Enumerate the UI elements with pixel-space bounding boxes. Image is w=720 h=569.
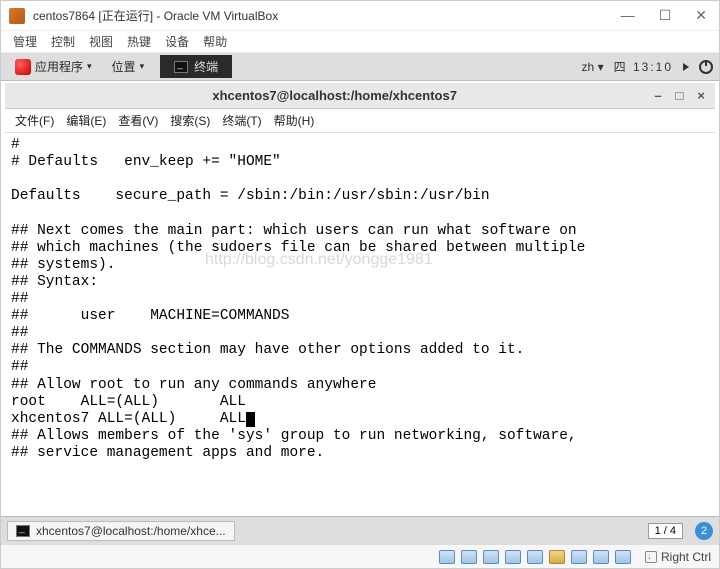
menu-search[interactable]: 搜索(S) bbox=[170, 112, 210, 129]
menu-file[interactable]: 文件(F) bbox=[15, 112, 54, 129]
places-menu[interactable]: 位置 ▾ bbox=[104, 55, 153, 78]
terminal-maximize-button[interactable]: □ bbox=[676, 88, 684, 103]
input-method[interactable]: zh ▾ bbox=[582, 60, 604, 74]
terminal-title: xhcentos7@localhost:/home/xhcentos7 bbox=[15, 88, 654, 103]
menu-terminal[interactable]: 终端(T) bbox=[222, 112, 261, 129]
power-icon[interactable] bbox=[699, 60, 713, 74]
display-icon[interactable] bbox=[571, 550, 587, 564]
vb-menu-devices[interactable]: 设备 bbox=[165, 33, 189, 50]
close-button[interactable]: ✕ bbox=[691, 7, 711, 24]
taskbar-terminal-item[interactable]: xhcentos7@localhost:/home/xhce... bbox=[7, 521, 235, 541]
chevron-down-icon: ▾ bbox=[140, 61, 145, 72]
terminal-icon bbox=[16, 525, 30, 537]
notification-badge[interactable]: 2 bbox=[695, 522, 713, 540]
window-title: centos7864 [正在运行] - Oracle VM VirtualBox bbox=[33, 7, 617, 24]
recording-icon[interactable] bbox=[593, 550, 609, 564]
terminal-content[interactable]: http://blog.csdn.net/yongge1981# # Defau… bbox=[5, 133, 715, 489]
host-key-indicator[interactable]: Right Ctrl bbox=[645, 550, 711, 564]
minimize-button[interactable]: — bbox=[617, 7, 639, 24]
vb-menu-help[interactable]: 帮助 bbox=[203, 33, 227, 50]
text-cursor bbox=[246, 412, 255, 427]
clock[interactable]: 四 13:10 bbox=[614, 58, 673, 75]
terminal-window: xhcentos7@localhost:/home/xhcentos7 – □ … bbox=[5, 83, 715, 489]
vb-menu-hotkeys[interactable]: 热键 bbox=[127, 33, 151, 50]
menu-help[interactable]: 帮助(H) bbox=[274, 112, 315, 129]
shared-folder-icon[interactable] bbox=[549, 550, 565, 564]
vb-menu-view[interactable]: 视图 bbox=[89, 33, 113, 50]
usb-icon[interactable] bbox=[527, 550, 543, 564]
network-icon[interactable] bbox=[505, 550, 521, 564]
menu-view[interactable]: 查看(V) bbox=[118, 112, 158, 129]
volume-icon[interactable] bbox=[683, 63, 689, 71]
maximize-button[interactable]: ☐ bbox=[655, 7, 676, 24]
apps-icon bbox=[15, 59, 31, 75]
terminal-close-button[interactable]: × bbox=[697, 88, 705, 103]
gnome-bottom-panel: xhcentos7@localhost:/home/xhce... 1 / 4 … bbox=[1, 516, 719, 544]
vb-menu-manage[interactable]: 管理 bbox=[13, 33, 37, 50]
virtualbox-statusbar: Right Ctrl bbox=[1, 544, 719, 568]
optical-icon[interactable] bbox=[461, 550, 477, 564]
virtualbox-titlebar: centos7864 [正在运行] - Oracle VM VirtualBox… bbox=[1, 1, 719, 31]
terminal-minimize-button[interactable]: – bbox=[654, 88, 661, 103]
terminal-launcher[interactable]: 终端 bbox=[160, 55, 232, 78]
menu-edit[interactable]: 编辑(E) bbox=[66, 112, 106, 129]
vb-menu-control[interactable]: 控制 bbox=[51, 33, 75, 50]
terminal-icon bbox=[174, 61, 188, 73]
chevron-down-icon: ▾ bbox=[87, 61, 92, 72]
applications-menu[interactable]: 应用程序 ▾ bbox=[7, 55, 100, 78]
virtualbox-menubar: 管理 控制 视图 热键 设备 帮助 bbox=[1, 31, 719, 53]
virtualbox-icon bbox=[9, 8, 25, 24]
workspace-switcher[interactable]: 1 / 4 bbox=[648, 523, 683, 539]
terminal-titlebar: xhcentos7@localhost:/home/xhcentos7 – □ … bbox=[5, 83, 715, 109]
terminal-menubar: 文件(F) 编辑(E) 查看(V) 搜索(S) 终端(T) 帮助(H) bbox=[5, 109, 715, 133]
gnome-top-panel: 应用程序 ▾ 位置 ▾ 终端 zh ▾ 四 13:10 bbox=[1, 53, 719, 81]
audio-icon[interactable] bbox=[483, 550, 499, 564]
cpu-icon[interactable] bbox=[615, 550, 631, 564]
hdd-icon[interactable] bbox=[439, 550, 455, 564]
hostkey-icon bbox=[645, 551, 657, 563]
